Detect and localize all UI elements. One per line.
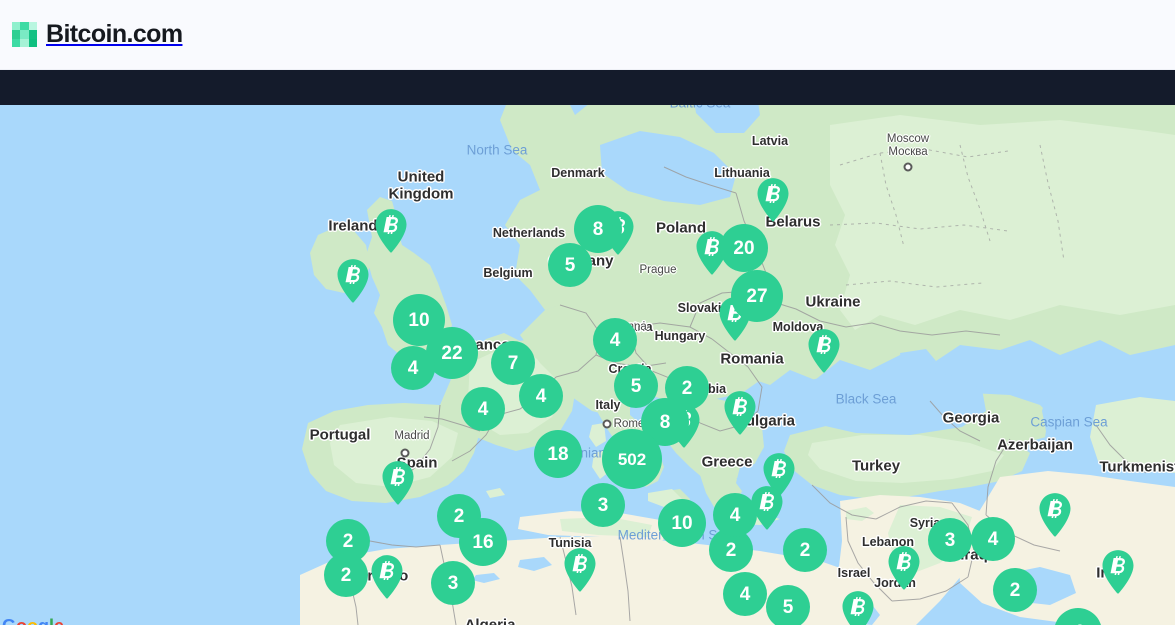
site-header: Bitcoin.com (0, 0, 1175, 70)
bitcoin-location-pin-icon[interactable] (382, 461, 414, 505)
logo-tile-0 (12, 22, 21, 31)
bitcoin-com-pixel-logo-icon (12, 22, 37, 47)
city-marker-dot (903, 162, 913, 172)
bitcoin-location-pin-icon[interactable] (1102, 550, 1134, 594)
map-cluster-marker[interactable]: 2 (993, 568, 1037, 612)
map-cluster-marker[interactable]: 4 (723, 572, 767, 616)
logo-tile-2 (28, 22, 37, 31)
map-canvas[interactable]: North SeaBaltic SeaBlack SeaMediterranea… (0, 105, 1175, 625)
logo-tile-7 (20, 38, 29, 47)
map-cluster-marker[interactable]: 3 (928, 518, 972, 562)
logo-tile-5 (28, 30, 37, 39)
logo-tile-8 (28, 38, 37, 47)
map-cluster-marker[interactable]: 4 (971, 517, 1015, 561)
logo-tile-6 (12, 38, 21, 47)
bitcoin-location-pin-icon[interactable] (564, 548, 596, 592)
map-cluster-marker[interactable]: 2 (783, 528, 827, 572)
map-cluster-marker[interactable]: 20 (720, 224, 768, 272)
map-cluster-marker[interactable]: 4 (519, 374, 563, 418)
logo-tile-3 (12, 30, 21, 39)
map-cluster-marker[interactable]: 16 (459, 518, 507, 566)
bitcoin-location-pin-icon[interactable] (371, 555, 403, 599)
map-cluster-marker[interactable]: 3 (431, 561, 475, 605)
map-cluster-marker[interactable]: 2 (324, 553, 368, 597)
bitcoin-location-pin-icon[interactable] (375, 209, 407, 253)
logo-tile-1 (20, 22, 29, 31)
map-page: Bitcoin.com North Sea Black Sea Tyrrheni… (0, 0, 1175, 625)
map-cluster-marker[interactable]: 4 (713, 493, 757, 537)
city-marker-dot (602, 419, 612, 429)
bitcoin-location-pin-icon[interactable] (337, 259, 369, 303)
brand-logo-link[interactable]: Bitcoin.com (12, 20, 183, 48)
bitcoin-location-pin-icon[interactable] (757, 178, 789, 222)
map-cluster-marker[interactable]: 4 (391, 346, 435, 390)
bitcoin-location-pin-icon[interactable] (808, 329, 840, 373)
map-cluster-marker[interactable]: 18 (534, 430, 582, 478)
city-marker-dot (400, 448, 410, 458)
logo-tile-4 (20, 30, 29, 39)
map-cluster-marker[interactable]: 8 (574, 205, 622, 253)
map-cluster-marker[interactable]: 3 (581, 483, 625, 527)
map-cluster-marker[interactable]: 4 (461, 387, 505, 431)
brand-name: Bitcoin.com (46, 20, 183, 48)
map-cluster-marker[interactable]: 10 (658, 499, 706, 547)
bitcoin-location-pin-icon[interactable] (724, 391, 756, 435)
map-cluster-marker[interactable]: 5 (766, 585, 810, 625)
navigation-bar[interactable] (0, 70, 1175, 105)
bitcoin-location-pin-icon[interactable] (842, 591, 874, 625)
map-cluster-marker[interactable]: 502 (602, 429, 662, 489)
bitcoin-location-pin-icon[interactable] (1039, 493, 1071, 537)
bitcoin-location-pin-icon[interactable] (888, 546, 920, 590)
map-cluster-marker[interactable]: 4 (593, 318, 637, 362)
map-cluster-marker[interactable]: 27 (731, 270, 783, 322)
